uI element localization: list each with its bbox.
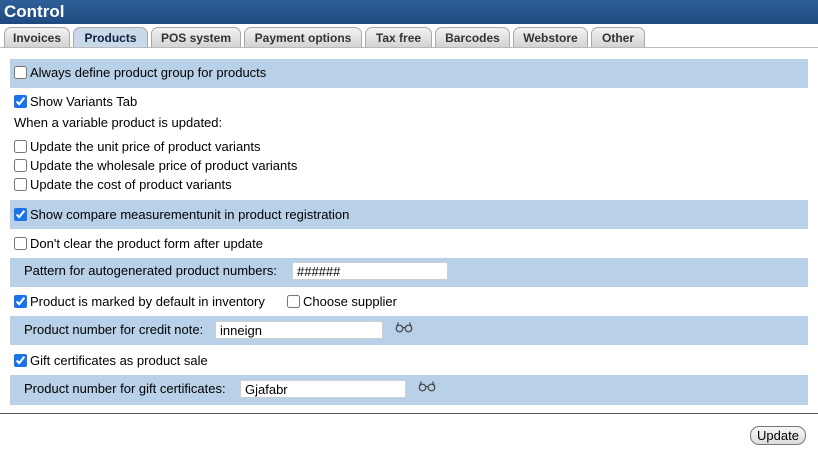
show-compare-unit-option[interactable]: Show compare measurementunit in product … (14, 206, 349, 224)
choose-supplier-checkbox[interactable] (287, 295, 300, 308)
tab-payment-options[interactable]: Payment options (244, 27, 362, 47)
update-wholesale-price-label: Update the wholesale price of product va… (30, 158, 298, 173)
variable-update-heading: When a variable product is updated: (14, 115, 223, 130)
marked-in-inventory-label: Product is marked by default in inventor… (30, 294, 265, 309)
tab-barcodes[interactable]: Barcodes (435, 27, 510, 47)
window-title: Control (0, 0, 818, 24)
update-unit-price-option[interactable]: Update the unit price of product variant… (14, 138, 261, 156)
update-button[interactable]: Update (750, 426, 806, 445)
gift-cert-sale-option[interactable]: Gift certificates as product sale (14, 352, 208, 370)
gift-cert-number-input[interactable] (240, 380, 406, 398)
update-cost-option[interactable]: Update the cost of product variants (14, 176, 232, 194)
pattern-label: Pattern for autogenerated product number… (24, 263, 277, 278)
dont-clear-form-label: Don't clear the product form after updat… (30, 236, 263, 251)
tab-products[interactable]: Products (73, 27, 148, 47)
lookup-glasses-icon[interactable] (418, 380, 436, 392)
tab-invoices[interactable]: Invoices (4, 27, 70, 47)
choose-supplier-label: Choose supplier (303, 294, 397, 309)
credit-note-input[interactable] (215, 321, 383, 339)
tab-pos-system[interactable]: POS system (151, 27, 241, 47)
dont-clear-form-checkbox[interactable] (14, 237, 27, 250)
update-cost-label: Update the cost of product variants (30, 177, 232, 192)
tab-webstore[interactable]: Webstore (513, 27, 588, 47)
tab-bar: Invoices Products POS system Payment opt… (0, 24, 818, 48)
always-define-group-label: Always define product group for products (30, 65, 267, 80)
update-unit-price-label: Update the unit price of product variant… (30, 139, 261, 154)
update-cost-checkbox[interactable] (14, 178, 27, 191)
show-variants-tab-checkbox[interactable] (14, 95, 27, 108)
tab-tax-free[interactable]: Tax free (365, 27, 432, 47)
update-wholesale-price-option[interactable]: Update the wholesale price of product va… (14, 157, 297, 175)
dont-clear-form-option[interactable]: Don't clear the product form after updat… (14, 235, 263, 253)
always-define-group-checkbox[interactable] (14, 66, 27, 79)
show-compare-unit-checkbox[interactable] (14, 208, 27, 221)
divider (0, 413, 818, 414)
credit-note-label: Product number for credit note: (24, 322, 204, 337)
lookup-glasses-icon[interactable] (395, 321, 413, 333)
update-unit-price-checkbox[interactable] (14, 140, 27, 153)
always-define-group-option[interactable]: Always define product group for products (14, 64, 266, 82)
marked-in-inventory-checkbox[interactable] (14, 295, 27, 308)
update-wholesale-price-checkbox[interactable] (14, 159, 27, 172)
marked-in-inventory-option[interactable]: Product is marked by default in inventor… (14, 293, 265, 311)
choose-supplier-option[interactable]: Choose supplier (287, 293, 397, 311)
gift-cert-number-label: Product number for gift certificates: (24, 381, 226, 396)
pattern-input[interactable] (292, 262, 448, 280)
gift-cert-sale-label: Gift certificates as product sale (30, 353, 208, 368)
show-variants-tab-label: Show Variants Tab (30, 94, 138, 109)
tab-other[interactable]: Other (591, 27, 645, 47)
show-variants-tab-option[interactable]: Show Variants Tab (14, 93, 137, 111)
gift-cert-sale-checkbox[interactable] (14, 354, 27, 367)
show-compare-unit-label: Show compare measurementunit in product … (30, 207, 350, 222)
